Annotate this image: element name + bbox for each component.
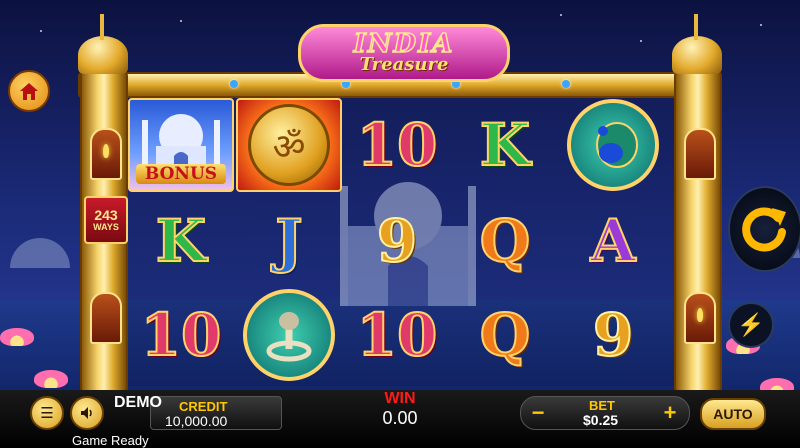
lotus-lamp [34, 370, 68, 388]
symbol-k: K [479, 111, 531, 179]
reel-cell: Q [452, 194, 558, 288]
reel-cell: K [452, 98, 558, 192]
peacock-icon [596, 122, 638, 168]
symbol-10: 10 [140, 301, 223, 369]
home-icon [20, 83, 38, 100]
spin-button[interactable] [728, 186, 800, 272]
speaker-icon [81, 407, 92, 419]
symbol-9: 9 [376, 207, 418, 275]
symbol-10: 10 [356, 301, 439, 369]
star [760, 24, 762, 26]
symbol-q: Q [479, 301, 532, 369]
reel-cell [560, 98, 666, 192]
reel-cell: A [560, 194, 666, 288]
lamp-niche [90, 128, 122, 180]
menu-button[interactable]: ☰ [30, 396, 64, 430]
right-spire [694, 14, 698, 40]
bet-panel: − BET $0.25 + [520, 396, 690, 430]
star [560, 14, 562, 16]
cobra-icon [266, 312, 312, 362]
reel-cell: J [236, 194, 342, 288]
symbol-10: 10 [356, 111, 439, 179]
reel-cell: 10 [344, 288, 450, 382]
flame-icon [697, 308, 703, 322]
bet-label: BET [589, 398, 615, 413]
reel-cell: ॐ [236, 98, 342, 192]
credit-label: CREDIT [179, 399, 228, 414]
win-value: 0.00 [382, 408, 418, 428]
cobra-symbol [243, 289, 335, 381]
symbol-9: 9 [592, 301, 634, 369]
lightning-icon: ⚡ [737, 312, 765, 337]
credit-value: 10,000.00 [165, 413, 228, 429]
reel-cell [236, 288, 342, 382]
lamp-niche [90, 292, 122, 344]
right-pillar [674, 70, 722, 394]
bet-increase-button[interactable]: + [657, 400, 683, 426]
demo-label: DEMO [114, 394, 162, 411]
reel-cell: 10 [344, 98, 450, 192]
home-button[interactable] [8, 70, 50, 112]
gem [562, 80, 570, 88]
reel-cell: 9 [560, 288, 666, 382]
status-text: Game Ready [72, 433, 149, 448]
spin-arrow-icon [742, 207, 786, 252]
menu-icon: ☰ [40, 405, 54, 422]
star [40, 30, 42, 32]
star [180, 20, 182, 22]
game-logo: INDIA Treasure [298, 24, 510, 82]
symbol-a: A [589, 207, 636, 275]
om-icon: ॐ [248, 104, 330, 186]
bet-decrease-button[interactable]: − [525, 400, 551, 426]
win-panel: WIN 0.00 [290, 390, 510, 430]
distant-palace [10, 238, 70, 268]
symbol-q: Q [479, 207, 532, 275]
win-label: WIN [384, 390, 416, 407]
auto-spin-button[interactable]: AUTO [700, 398, 766, 430]
bonus-label: BONUS [136, 164, 226, 184]
left-spire [100, 14, 104, 40]
reel-cell: 9 [344, 194, 450, 288]
ways-count: 243 [94, 206, 118, 223]
credit-panel: CREDIT 10,000.00 [150, 396, 282, 430]
reel-cell: 10 [128, 288, 234, 382]
sound-button[interactable] [70, 396, 104, 430]
turbo-button[interactable]: ⚡ [728, 302, 774, 348]
logo-subtitle: Treasure [359, 54, 449, 75]
om-coin-symbol: ॐ [236, 98, 342, 192]
bet-value: $0.25 [583, 412, 619, 428]
star [640, 40, 642, 42]
lamp-niche [684, 128, 716, 180]
bonus-symbol: BONUS [128, 98, 234, 192]
left-dome [78, 36, 128, 74]
gem [230, 80, 238, 88]
ways-badge: 243 WAYS [84, 196, 128, 244]
peacock-symbol [567, 99, 659, 191]
logo-title: INDIA [353, 29, 455, 59]
right-dome [672, 36, 722, 74]
symbol-k: K [155, 207, 207, 275]
lamp-niche [684, 292, 716, 344]
reel-cell: Q [452, 288, 558, 382]
ways-label: WAYS [93, 221, 119, 232]
lotus-lamp [0, 328, 34, 346]
reel-cell: K [128, 194, 234, 288]
symbol-j: J [274, 207, 303, 275]
flame-icon [103, 144, 109, 158]
reel-cell: BONUS [128, 98, 234, 192]
